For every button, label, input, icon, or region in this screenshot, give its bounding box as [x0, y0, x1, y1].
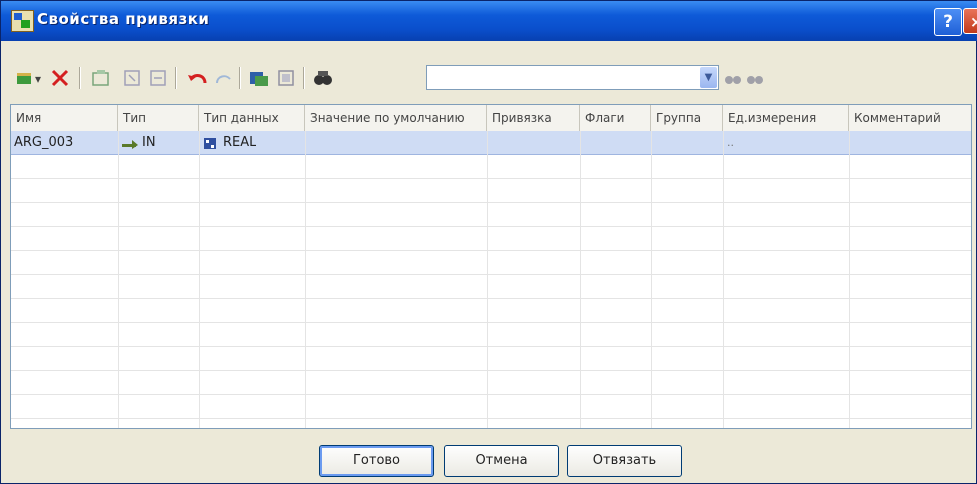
undo-icon[interactable]	[185, 67, 211, 89]
grid-header: Имя Тип Тип данных Значение по умолчанию…	[11, 105, 971, 132]
cell-unit: ..	[727, 136, 734, 149]
export-icon[interactable]	[147, 67, 169, 89]
search-combo[interactable]: ▼	[426, 65, 719, 90]
binding-grid[interactable]: Имя Тип Тип данных Значение по умолчанию…	[10, 104, 972, 429]
column-divider	[651, 131, 652, 428]
window-title: Свойства привязки	[37, 10, 210, 28]
empty-row	[11, 251, 971, 275]
toolbar-separator	[79, 67, 81, 89]
empty-row	[11, 371, 971, 395]
toolbar-separator	[303, 67, 305, 89]
cell-type-label: IN	[142, 135, 156, 150]
add-dropdown-icon[interactable]: ▾	[15, 67, 43, 89]
empty-row	[11, 275, 971, 299]
delete-icon[interactable]	[49, 67, 71, 89]
column-header-flags[interactable]: Флаги	[580, 105, 651, 131]
column-header-comment[interactable]: Комментарий	[849, 105, 971, 131]
column-divider	[118, 131, 119, 428]
column-header-type[interactable]: Тип	[118, 105, 199, 131]
cell-type: IN	[122, 131, 156, 154]
column-divider	[305, 131, 306, 428]
empty-row	[11, 395, 971, 419]
unbind-button[interactable]: Отвязать	[567, 445, 682, 477]
column-divider	[580, 131, 581, 428]
column-divider	[849, 131, 850, 428]
combo-dropdown-icon[interactable]: ▼	[700, 67, 717, 88]
new-folder-icon[interactable]	[89, 67, 113, 89]
empty-row	[11, 179, 971, 203]
svg-text:▾: ▾	[35, 72, 41, 86]
column-header-group[interactable]: Группа	[651, 105, 723, 131]
find-icon[interactable]	[311, 67, 335, 89]
import-icon[interactable]	[121, 67, 143, 89]
empty-row	[11, 347, 971, 371]
toolbar: ▾ ▼	[1, 61, 977, 97]
close-button[interactable]: ×	[963, 8, 977, 34]
datatype-icon	[204, 137, 216, 149]
empty-row	[11, 203, 971, 227]
empty-row	[11, 299, 971, 323]
title-bar[interactable]: Свойства привязки ? ×	[1, 1, 977, 41]
cancel-button[interactable]: Отмена	[444, 445, 559, 477]
column-header-binding[interactable]: Привязка	[487, 105, 580, 131]
find-prev-icon[interactable]	[745, 67, 765, 89]
column-divider	[487, 131, 488, 428]
table-row[interactable]: ARG_003 IN REAL ..	[11, 131, 971, 155]
redo-icon[interactable]	[213, 67, 235, 89]
copy-binding-icon[interactable]	[247, 67, 271, 89]
empty-row	[11, 155, 971, 179]
empty-row	[11, 323, 971, 347]
help-button[interactable]: ?	[934, 8, 962, 36]
column-header-name[interactable]: Имя	[11, 105, 118, 131]
column-header-unit[interactable]: Ед.измерения	[723, 105, 849, 131]
find-next-icon[interactable]	[723, 67, 743, 89]
binding-properties-dialog: Свойства привязки ? × ▾ ▼ Имя Тип Тип да…	[0, 0, 977, 484]
cell-datatype-label: REAL	[223, 135, 257, 150]
column-divider	[723, 131, 724, 428]
app-icon	[11, 10, 34, 32]
ok-button[interactable]: Готово	[319, 445, 434, 477]
paste-binding-icon[interactable]	[275, 67, 297, 89]
toolbar-separator	[239, 67, 241, 89]
cell-name: ARG_003	[14, 135, 74, 150]
column-divider	[199, 131, 200, 428]
cell-datatype: REAL	[203, 131, 256, 154]
column-header-default[interactable]: Значение по умолчанию	[305, 105, 487, 131]
toolbar-separator	[175, 67, 177, 89]
empty-row	[11, 227, 971, 251]
input-type-icon	[122, 139, 138, 149]
column-header-datatype[interactable]: Тип данных	[199, 105, 305, 131]
